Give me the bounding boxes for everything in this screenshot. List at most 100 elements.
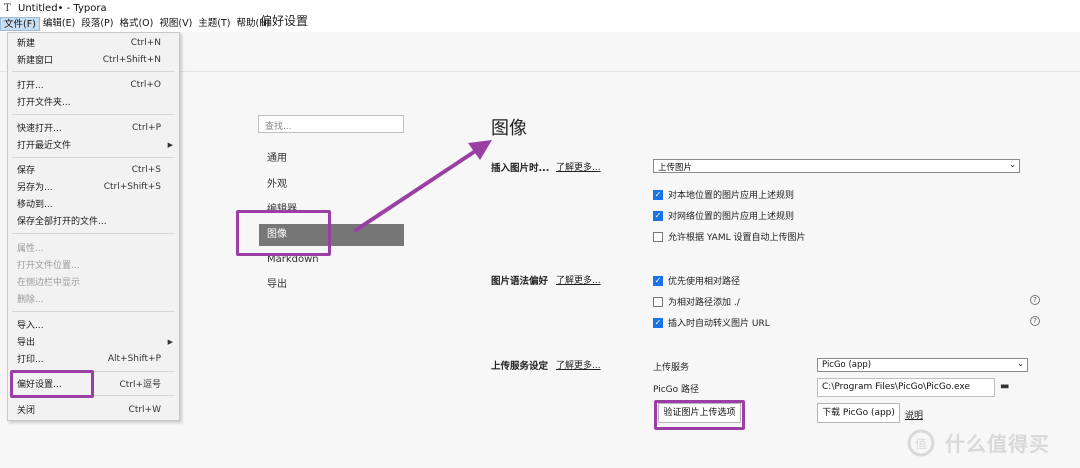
file-menu-save[interactable]: 保存 Ctrl+S bbox=[8, 161, 179, 178]
highlight-verify-button bbox=[654, 400, 745, 430]
checkbox-local-images[interactable]: ✓ 对本地位置的图片应用上述规则 bbox=[653, 188, 794, 201]
insert-learn-more-link[interactable]: 了解更多... bbox=[556, 160, 601, 173]
page-title: 偏好设置 bbox=[260, 14, 309, 28]
chevron-down-icon: ⌄ bbox=[1017, 359, 1024, 368]
menu-separator bbox=[12, 311, 175, 312]
menu-separator bbox=[12, 233, 175, 234]
window-title: Untitled• - Typora bbox=[18, 2, 107, 14]
menu-separator bbox=[12, 157, 175, 158]
menu-item-label: 导出 bbox=[17, 338, 36, 348]
menu-item-label: 打印... bbox=[17, 355, 44, 365]
menu-item-label: 保存 bbox=[17, 166, 36, 176]
menu-item-label: 导入... bbox=[17, 321, 44, 331]
menu-paragraph[interactable]: 段落(P) bbox=[78, 17, 116, 31]
file-menu-open-folder[interactable]: 打开文件夹... bbox=[8, 93, 179, 110]
file-menu-properties: 属性... bbox=[8, 239, 179, 256]
upload-service-label: 上传服务设定 bbox=[491, 361, 549, 372]
menu-edit[interactable]: 编辑(E) bbox=[40, 17, 78, 31]
insert-image-select-value: 上传图片 bbox=[658, 163, 693, 173]
checkbox-checked-icon: ✓ bbox=[653, 275, 663, 286]
highlight-image-nav bbox=[236, 210, 331, 256]
file-menu-reveal-sidebar: 在侧边栏中显示 bbox=[8, 273, 179, 290]
checkbox-unchecked-icon bbox=[653, 296, 663, 307]
menu-item-shortcut: Ctrl+Shift+N bbox=[102, 54, 161, 65]
menu-item-shortcut: Ctrl+W bbox=[128, 404, 161, 415]
smzdm-logo-icon: 值 bbox=[907, 429, 935, 456]
file-menu-open-recent[interactable]: 打开最近文件 ▶ bbox=[8, 136, 179, 153]
checkbox-network-images[interactable]: ✓ 对网络位置的图片应用上述规则 bbox=[653, 209, 794, 222]
help-icon[interactable]: ? bbox=[1030, 295, 1040, 305]
menu-item-label: 在侧边栏中显示 bbox=[17, 278, 81, 288]
menu-item-label: 另存为... bbox=[17, 183, 53, 193]
annotation-arrow bbox=[354, 140, 492, 232]
file-menu-new-window[interactable]: 新建窗口 Ctrl+Shift+N bbox=[8, 51, 179, 68]
folder-icon[interactable]: ▬ bbox=[1000, 381, 1009, 392]
file-menu-delete: 删除... bbox=[8, 290, 179, 307]
menu-item-label: 属性... bbox=[17, 244, 44, 254]
menu-item-shortcut: Ctrl+逗号 bbox=[119, 380, 161, 390]
file-menu-export[interactable]: 导出 ▶ bbox=[8, 333, 179, 350]
menu-item-label: 保存全部打开的文件... bbox=[17, 217, 107, 227]
title-bar: T Untitled• - Typora bbox=[0, 0, 1080, 16]
picgo-path-label: PicGo 路径 bbox=[653, 385, 700, 395]
file-menu-import[interactable]: 导入... bbox=[8, 316, 179, 333]
menu-item-shortcut: Alt+Shift+P bbox=[107, 353, 161, 364]
menu-item-label: 打开最近文件 bbox=[17, 141, 72, 151]
menu-item-label: 打开文件夹... bbox=[17, 98, 71, 108]
checkbox-relative-path[interactable]: ✓ 优先使用相对路径 bbox=[653, 274, 740, 287]
checkbox-escape-url[interactable]: ✓ 插入时自动转义图片 URL bbox=[653, 316, 770, 329]
upload-service-select[interactable]: PicGo (app) ⌄ bbox=[817, 358, 1028, 372]
file-menu-save-all[interactable]: 保存全部打开的文件... bbox=[8, 212, 179, 229]
checkbox-checked-icon: ✓ bbox=[653, 189, 663, 200]
file-menu-move-to[interactable]: 移动到... bbox=[8, 195, 179, 212]
menu-item-label: 打开文件位置... bbox=[17, 261, 80, 271]
typora-app-icon: T bbox=[4, 2, 11, 14]
checkbox-unchecked-icon bbox=[653, 231, 663, 242]
insert-image-select[interactable]: 上传图片 ⌄ bbox=[653, 159, 1020, 173]
file-menu-close[interactable]: 关闭 Ctrl+W bbox=[8, 401, 179, 418]
watermark-icon-glyph: 值 bbox=[915, 436, 927, 451]
checkbox-checked-icon: ✓ bbox=[653, 317, 663, 328]
file-menu-open[interactable]: 打开... Ctrl+O bbox=[8, 76, 179, 93]
explain-link[interactable]: 说明 bbox=[905, 408, 923, 421]
checkbox-add-dot-slash[interactable]: 为相对路径添加 ./ bbox=[653, 295, 740, 308]
syntax-pref-label: 图片语法偏好 bbox=[491, 276, 549, 287]
menu-file[interactable]: 文件(F) bbox=[0, 17, 40, 31]
checkbox-checked-icon: ✓ bbox=[653, 210, 663, 221]
menu-theme[interactable]: 主题(T) bbox=[195, 17, 233, 31]
picgo-path-input[interactable]: C:\Program Files\PicGo\PicGo.exe bbox=[817, 378, 995, 397]
file-menu-dropdown: 新建 Ctrl+N 新建窗口 Ctrl+Shift+N 打开... Ctrl+O 打开… bbox=[7, 32, 180, 421]
checkbox-label: 对网络位置的图片应用上述规则 bbox=[668, 212, 795, 222]
help-icon[interactable]: ? bbox=[1030, 316, 1040, 326]
submenu-arrow-icon: ▶ bbox=[167, 140, 173, 149]
menu-item-shortcut: Ctrl+P bbox=[132, 122, 161, 133]
menu-format[interactable]: 格式(O) bbox=[116, 17, 156, 31]
menu-item-label: 关闭 bbox=[17, 406, 36, 416]
highlight-preferences-menu bbox=[10, 370, 94, 398]
file-menu-quick-open[interactable]: 快速打开... Ctrl+P bbox=[8, 119, 179, 136]
menu-item-shortcut: Ctrl+N bbox=[130, 37, 161, 48]
menu-item-shortcut: Ctrl+S bbox=[131, 164, 161, 175]
submenu-arrow-icon: ▶ bbox=[167, 337, 173, 346]
menu-separator bbox=[12, 114, 175, 115]
file-menu-save-as[interactable]: 另存为... Ctrl+Shift+S bbox=[8, 178, 179, 195]
nav-item-export[interactable]: 导出 bbox=[259, 274, 404, 296]
download-picgo-button[interactable]: 下载 PicGo (app) bbox=[817, 403, 900, 423]
watermark: 值 什么值得买 bbox=[905, 428, 1050, 457]
checkbox-label: 插入时自动转义图片 URL bbox=[668, 319, 770, 329]
menu-item-shortcut: Ctrl+O bbox=[130, 79, 161, 90]
menu-separator bbox=[12, 71, 175, 72]
checkbox-yaml-upload[interactable]: 允许根据 YAML 设置自动上传图片 bbox=[653, 230, 805, 243]
watermark-text: 什么值得买 bbox=[945, 432, 1050, 456]
menu-item-label: 删除... bbox=[17, 295, 44, 305]
menu-view[interactable]: 视图(V) bbox=[156, 17, 195, 31]
file-menu-print[interactable]: 打印... Alt+Shift+P bbox=[8, 350, 179, 367]
checkbox-label: 对本地位置的图片应用上述规则 bbox=[668, 191, 795, 201]
menu-item-label: 快速打开... bbox=[17, 124, 62, 134]
chevron-down-icon: ⌄ bbox=[1009, 160, 1016, 169]
file-menu-open-location: 打开文件位置... bbox=[8, 256, 179, 273]
menu-item-label: 打开... bbox=[17, 81, 44, 91]
file-menu-new[interactable]: 新建 Ctrl+N bbox=[8, 34, 179, 51]
upload-learn-more-link[interactable]: 了解更多... bbox=[556, 358, 601, 371]
syntax-learn-more-link[interactable]: 了解更多... bbox=[556, 273, 601, 286]
